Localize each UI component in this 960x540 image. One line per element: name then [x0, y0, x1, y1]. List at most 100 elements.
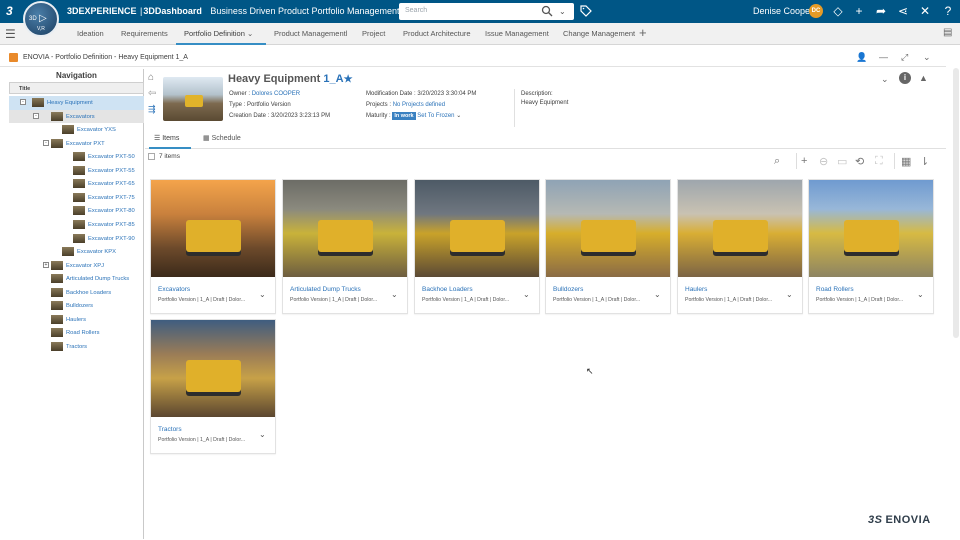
sort-icon[interactable]: ⇂ [920, 155, 929, 168]
chevron-down-icon[interactable]: ⌄ [259, 430, 266, 439]
chevron-down-icon[interactable]: ⌄ [923, 52, 931, 63]
chevron-down-icon[interactable]: ⌄ [917, 290, 924, 299]
search-icon[interactable]: ⌕ [774, 155, 780, 168]
tree-item[interactable]: Excavator PXT-65 [9, 177, 144, 191]
fullscreen-icon[interactable]: ⛶ [875, 155, 883, 168]
item-image[interactable] [546, 180, 670, 277]
tab-product-management[interactable]: Product Managementl [274, 29, 347, 38]
info-icon[interactable]: i [899, 72, 911, 84]
collapse-toggle[interactable]: - [33, 112, 39, 119]
item-image[interactable] [283, 180, 407, 277]
minimize-icon[interactable]: — [879, 52, 888, 62]
structure-icon[interactable]: ⇶ [148, 104, 160, 115]
avatar[interactable]: DC [809, 4, 823, 18]
item-card-title[interactable]: Excavators [158, 286, 190, 293]
user-name[interactable]: Denise Cooper [753, 6, 813, 16]
item-card-title[interactable]: Haulers [685, 286, 707, 293]
item-card[interactable]: Haulers Portfolio Version | 1_A | Draft |… [677, 179, 803, 314]
search-filter-dropdown[interactable]: ⌄ [559, 7, 566, 16]
tree-item[interactable]: - Excavators [9, 109, 144, 124]
grid-view-icon[interactable]: ▦ [901, 155, 911, 168]
tree-item[interactable]: Excavator PXT-55 [9, 164, 144, 178]
tab-issue-management[interactable]: Issue Management [485, 29, 549, 38]
add-item-icon[interactable]: + [801, 155, 807, 167]
notifications-icon[interactable]: ◇ [831, 4, 845, 18]
tree-item[interactable]: + Excavator XPJ [9, 259, 144, 273]
item-card-title[interactable]: Bulldozers [553, 286, 583, 293]
chevron-down-icon[interactable]: ⌄ [247, 29, 253, 38]
tab-ideation[interactable]: Ideation [77, 29, 104, 38]
scrollbar[interactable] [953, 68, 959, 338]
chevron-down-icon[interactable]: ⌄ [456, 113, 461, 119]
item-card[interactable]: Bulldozers Portfolio Version | 1_A | Draf… [545, 179, 671, 314]
tree-item[interactable]: Excavator YXS [9, 123, 144, 137]
item-image[interactable] [809, 180, 933, 277]
item-card[interactable]: Excavators Portfolio Version | 1_A | Draf… [150, 179, 276, 314]
item-image[interactable] [151, 180, 275, 277]
refresh-icon[interactable]: ⟲ [855, 155, 864, 168]
item-image[interactable] [678, 180, 802, 277]
tree-item[interactable]: Tractors [9, 340, 144, 354]
tree-item[interactable]: Excavator PXT-85 [9, 218, 144, 232]
tab-portfolio-definition[interactable]: Portfolio Definition [184, 29, 245, 38]
collapse-toggle[interactable]: - [43, 139, 49, 146]
search-icon[interactable] [541, 5, 553, 17]
dashboard-title[interactable]: Business Driven Product Portfolio Manage… [210, 6, 399, 16]
tree-item[interactable]: Haulers [9, 313, 144, 327]
chevron-down-icon[interactable]: ⌄ [881, 74, 889, 85]
tree-item[interactable]: Excavator PXT-50 [9, 150, 144, 164]
expand-toggle[interactable]: + [43, 261, 49, 268]
chevron-down-icon[interactable]: ⌄ [391, 290, 398, 299]
chevron-down-icon[interactable]: ⌄ [523, 290, 530, 299]
item-card-title[interactable]: Tractors [158, 426, 182, 433]
tree-item[interactable]: Bulldozers [9, 299, 144, 313]
item-card-title[interactable]: Road Rollers [816, 286, 854, 293]
tree-item[interactable]: Road Rollers [9, 326, 144, 340]
tag-icon[interactable] [580, 5, 592, 17]
tree-item[interactable]: - Excavator PXT [9, 137, 144, 151]
tree-item[interactable]: Excavator KPX [9, 245, 144, 259]
home-icon[interactable]: ⌂ [148, 72, 160, 83]
star-icon[interactable]: ★ [344, 74, 353, 85]
comment-icon[interactable]: ▭ [837, 155, 847, 168]
chevron-down-icon[interactable]: ⌄ [786, 290, 793, 299]
compass-icon[interactable]: 3D ▷ V,R [23, 1, 59, 37]
tab-items[interactable]: ☰ Items [154, 134, 179, 142]
help-icon[interactable]: ? [941, 4, 955, 18]
chevron-down-icon[interactable]: ⌄ [259, 290, 266, 299]
back-icon[interactable]: ⇦ [148, 88, 160, 99]
item-card-title[interactable]: Backhoe Loaders [422, 286, 473, 293]
tree-item[interactable]: Excavator PXT-80 [9, 204, 144, 218]
share-arrow-icon[interactable]: ➦ [874, 4, 888, 18]
chat-icon[interactable]: ▤ [943, 27, 952, 38]
remove-icon[interactable]: ⊖ [819, 155, 828, 168]
item-card-title[interactable]: Articulated Dump Trucks [290, 286, 361, 293]
people-icon[interactable]: 👤 [856, 52, 867, 63]
collapse-toggle[interactable]: - [20, 99, 26, 105]
search-input[interactable]: Search ⌄ [399, 3, 574, 20]
item-card[interactable]: Road Rollers Portfolio Version | 1_A | Dr… [808, 179, 934, 314]
item-image[interactable] [151, 320, 275, 417]
tree-item[interactable]: Backhoe Loaders [9, 286, 144, 300]
item-image[interactable] [415, 180, 539, 277]
item-card[interactable]: Articulated Dump Trucks Portfolio Version… [282, 179, 408, 314]
chevron-down-icon[interactable]: ⌄ [654, 290, 661, 299]
maximize-icon[interactable]: ⤢ [901, 52, 908, 63]
tree-item[interactable]: Excavator PXT-75 [9, 191, 144, 205]
item-card[interactable]: Backhoe Loaders Portfolio Version | 1_A |… [414, 179, 540, 314]
tab-schedule[interactable]: ▦ Schedule [203, 134, 241, 142]
tab-requirements[interactable]: Requirements [121, 29, 168, 38]
maturity-state-badge[interactable]: In work [392, 112, 416, 120]
tab-product-architecture[interactable]: Product Architecture [403, 29, 471, 38]
tree-item[interactable]: Articulated Dump Trucks [9, 272, 144, 286]
add-icon[interactable]: + [852, 4, 866, 18]
tools-icon[interactable]: ✕ [918, 4, 932, 18]
menu-icon[interactable]: ☰ [5, 27, 16, 41]
item-card[interactable]: Tractors Portfolio Version | 1_A | Draft … [150, 319, 276, 454]
share-icon[interactable]: ⋖ [896, 4, 910, 18]
select-all-checkbox[interactable] [148, 153, 155, 160]
title-column-header[interactable]: Title [9, 82, 144, 94]
tab-project[interactable]: Project [362, 29, 385, 38]
collapse-icon[interactable]: ▲ [919, 73, 928, 83]
tree-item[interactable]: Excavator PXT-90 [9, 232, 144, 246]
